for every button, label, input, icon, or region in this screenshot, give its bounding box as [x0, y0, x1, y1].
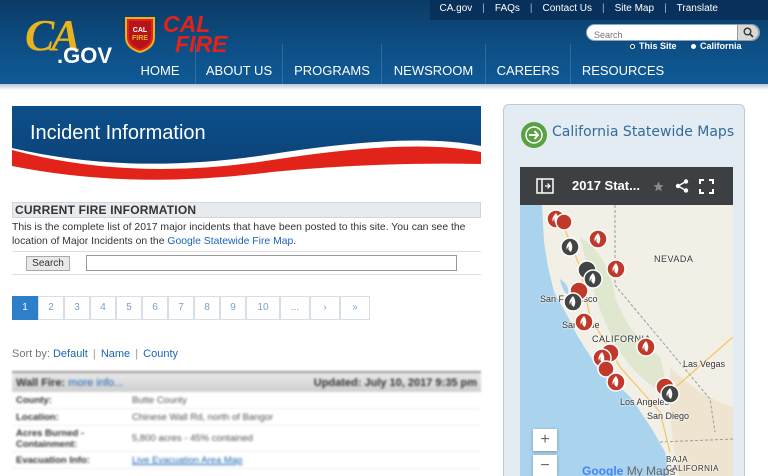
- header-shadow: [0, 84, 768, 90]
- incident-card: Wall Fire: more info... Updated: July 10…: [12, 371, 481, 469]
- page-7[interactable]: 7: [168, 296, 194, 320]
- incident-more-link[interactable]: more info...: [68, 377, 123, 389]
- nav-resources[interactable]: RESOURCES: [570, 44, 675, 84]
- pagination: 1 2 3 4 5 6 7 8 9 10 ... › »: [12, 296, 370, 320]
- sort-label: Sort by:: [12, 348, 50, 360]
- incident-header: Wall Fire: more info... Updated: July 10…: [12, 371, 481, 392]
- nav-programs[interactable]: PROGRAMS: [282, 44, 381, 84]
- row-key: Evacuation Info:: [16, 454, 90, 466]
- incident-banner: Incident Information: [12, 106, 481, 188]
- scope-california[interactable]: California: [691, 41, 742, 51]
- row-value: Butte County: [132, 394, 187, 406]
- utility-link-sitemap[interactable]: Site Map: [605, 3, 664, 14]
- page-4[interactable]: 4: [90, 296, 116, 320]
- site-search: [586, 24, 760, 43]
- google-wordmark: Google: [582, 464, 624, 476]
- panel-title[interactable]: California Statewide Maps: [552, 123, 737, 141]
- incident-search-input[interactable]: [86, 255, 457, 271]
- fire-marker-icon[interactable]: [636, 337, 656, 357]
- statewide-maps-panel: California Statewide Maps 2017 Stat... N…: [503, 104, 745, 476]
- arrow-right-icon: [521, 122, 547, 148]
- page-8[interactable]: 8: [194, 296, 220, 320]
- page-last[interactable]: »: [340, 296, 370, 320]
- fire-marker-icon[interactable]: [574, 312, 594, 332]
- sort-name[interactable]: Name: [101, 348, 130, 360]
- ca-gov-logo[interactable]: CA .GOV: [25, 10, 113, 76]
- incident-search-row: Search: [12, 251, 481, 275]
- row-key: Location:: [16, 411, 59, 423]
- separator: |: [92, 348, 96, 360]
- utility-link-contact[interactable]: Contact Us: [533, 3, 602, 14]
- fire-marker-icon[interactable]: [606, 259, 626, 279]
- site-header: CA.gov | FAQs | Contact Us | Site Map | Tran…: [0, 0, 768, 84]
- fire-marker-icon[interactable]: [588, 229, 608, 249]
- row-value: Chinese Wall Rd, north of Bangor: [132, 411, 274, 423]
- page-10[interactable]: 10: [246, 296, 280, 320]
- mymaps-wordmark: My Maps: [626, 464, 676, 476]
- page-2[interactable]: 2: [38, 296, 64, 320]
- banner-graphic: [12, 106, 481, 188]
- page-1[interactable]: 1: [12, 296, 38, 320]
- contained-marker-icon[interactable]: [660, 384, 680, 404]
- sort-default[interactable]: Default: [53, 348, 88, 360]
- embedded-map[interactable]: 2017 Stat... NEVADA San Francisco San Jo…: [520, 167, 733, 476]
- page-9[interactable]: 9: [220, 296, 246, 320]
- fire-marker-icon[interactable]: [606, 372, 626, 392]
- fire-marker-icon[interactable]: [555, 213, 573, 231]
- incident-updated: Updated: July 10, 2017 9:35 pm: [313, 376, 477, 389]
- section-heading: CURRENT FIRE INFORMATION: [12, 202, 481, 218]
- utility-links: CA.gov | FAQs | Contact Us | Site Map | Tran…: [429, 3, 728, 14]
- nav-home[interactable]: HOME: [125, 44, 195, 84]
- page-next[interactable]: ›: [310, 296, 340, 320]
- banner-title: Incident Information: [30, 122, 206, 144]
- scope-california-label: California: [700, 41, 742, 51]
- utility-link-cagov[interactable]: CA.gov: [429, 3, 482, 14]
- shield-text-top: CAL: [133, 27, 148, 34]
- nav-about-us[interactable]: ABOUT US: [195, 44, 282, 84]
- row-key: Acres Burned - Containment:: [16, 427, 85, 450]
- incident-name: Wall Fire:: [16, 376, 66, 389]
- contained-marker-icon[interactable]: [560, 237, 580, 257]
- incident-search-button[interactable]: Search: [26, 256, 70, 271]
- page-3[interactable]: 3: [64, 296, 90, 320]
- utility-link-translate[interactable]: Translate: [667, 3, 728, 14]
- logo-gov-text: .GOV: [57, 43, 113, 68]
- table-row: County: Butte County: [12, 392, 481, 409]
- google-my-maps-logo[interactable]: Google My Maps: [582, 464, 675, 476]
- nav-newsroom[interactable]: NEWSROOM: [381, 44, 485, 84]
- intro-text-part2: .: [293, 235, 297, 247]
- separator: |: [135, 348, 139, 360]
- shield-text-mid: FIRE: [132, 35, 148, 42]
- statewide-map-link[interactable]: Google Statewide Fire Map: [167, 236, 293, 247]
- search-icon: [743, 27, 754, 38]
- row-value: 5,800 acres - 45% contained: [132, 433, 253, 444]
- evacuation-map-link[interactable]: Live Evacuation Area Map: [132, 455, 242, 466]
- utility-link-faqs[interactable]: FAQs: [485, 3, 530, 14]
- table-row: Evacuation Info: Live Evacuation Area Ma…: [12, 452, 481, 469]
- radio-icon: [691, 43, 696, 49]
- table-row: Location: Chinese Wall Rd, north of Bang…: [12, 409, 481, 426]
- row-key: County:: [16, 394, 52, 406]
- table-row: Acres Burned - Containment: 5,800 acres …: [12, 426, 481, 452]
- sort-by: Sort by: Default | Name | County: [12, 348, 178, 360]
- site-search-button[interactable]: [737, 24, 759, 41]
- page-6[interactable]: 6: [142, 296, 168, 320]
- intro-text: This is the complete list of 2017 major …: [12, 221, 481, 248]
- main-nav: HOME ABOUT US PROGRAMS NEWSROOM CAREERS …: [125, 44, 675, 84]
- contained-marker-icon[interactable]: [563, 292, 583, 312]
- page-5[interactable]: 5: [116, 296, 142, 320]
- nav-careers[interactable]: CAREERS: [485, 44, 570, 84]
- page-ellipsis: ...: [280, 296, 310, 320]
- map-zoom-in-button[interactable]: +: [533, 429, 557, 451]
- map-zoom-out-button[interactable]: −: [533, 455, 557, 476]
- sort-county[interactable]: County: [143, 348, 178, 360]
